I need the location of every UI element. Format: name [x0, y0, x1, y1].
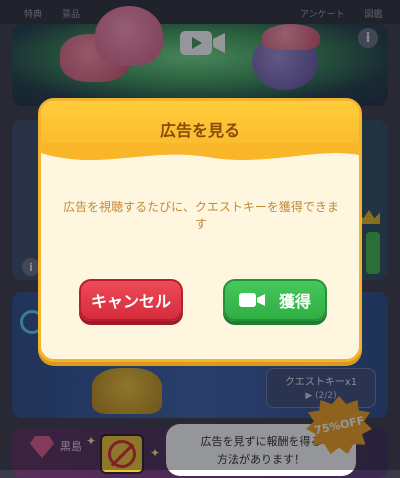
cancel-button[interactable]: キャンセル: [79, 279, 183, 321]
get-reward-button[interactable]: 獲得: [223, 279, 327, 321]
dialog-message: 広告を視聴するたびに、クエストキーを獲得できます: [63, 200, 339, 231]
header-wave: [41, 143, 359, 173]
get-button-label: 獲得: [278, 292, 311, 311]
video-camera-icon: [238, 293, 265, 307]
dialog-title: 広告を見る: [159, 121, 240, 140]
cancel-button-label: キャンセル: [90, 292, 171, 311]
watch-ad-dialog: 広告を見る 広告を視聴するたびに、クエストキーを獲得できます キャンセル 獲得: [38, 98, 362, 362]
